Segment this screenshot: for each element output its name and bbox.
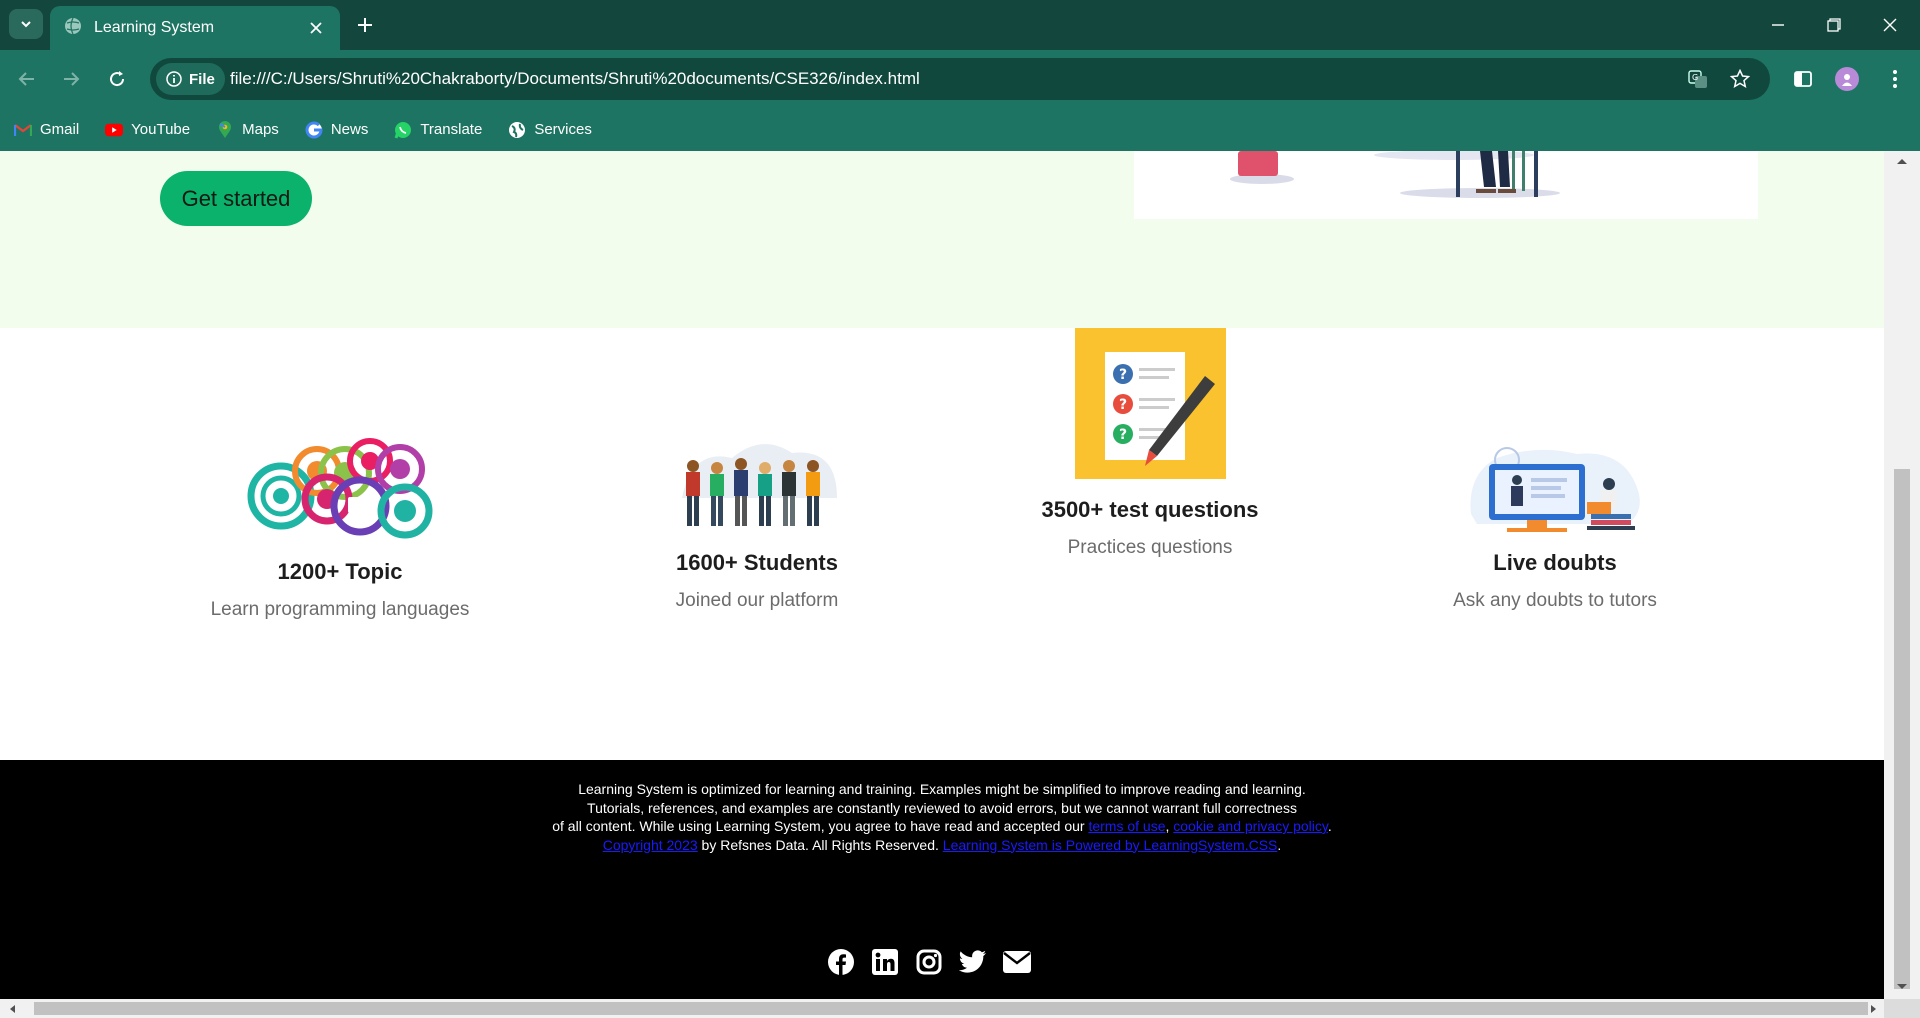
- facebook-icon[interactable]: [826, 947, 856, 977]
- scroll-left-arrow-icon: [10, 1005, 15, 1013]
- translate-icon[interactable]: G: [1686, 67, 1710, 91]
- bookmark-services[interactable]: Services: [508, 121, 592, 139]
- new-tab-button[interactable]: [352, 12, 378, 38]
- globe-icon: [64, 17, 82, 40]
- close-tab-icon[interactable]: [306, 18, 326, 38]
- feature-students: 1600+ Students Joined our platform: [577, 438, 937, 612]
- feature-heading: 1200+ Topic: [277, 559, 403, 584]
- bookmark-star-icon[interactable]: [1728, 67, 1752, 91]
- horizontal-scroll-thumb[interactable]: [34, 1002, 1868, 1015]
- bookmark-youtube[interactable]: YouTube: [105, 121, 190, 139]
- youtube-icon: [105, 121, 124, 139]
- reload-button[interactable]: [102, 64, 132, 94]
- avatar: [1835, 67, 1859, 91]
- more-vertical-icon: [1893, 70, 1897, 88]
- feature-live-doubts: Live doubts Ask any doubts to tutors: [1375, 444, 1735, 612]
- site-info-chip[interactable]: File: [156, 63, 225, 95]
- terms-of-use-link[interactable]: terms of use: [1088, 818, 1165, 834]
- bookmark-news[interactable]: News: [305, 121, 368, 139]
- copyright-link[interactable]: Copyright 2023: [603, 837, 698, 853]
- close-window-button[interactable]: [1862, 0, 1918, 50]
- bookmark-maps[interactable]: Maps: [216, 120, 279, 139]
- horizontal-scrollbar[interactable]: [0, 999, 1884, 1018]
- side-panel-button[interactable]: [1788, 64, 1818, 94]
- twitter-icon[interactable]: [958, 947, 988, 977]
- url-text[interactable]: file:///C:/Users/Shruti%20Chakraborty/Do…: [230, 69, 920, 89]
- students-group-illustration: [577, 438, 937, 532]
- google-news-icon: [305, 121, 323, 139]
- minimize-icon: [1772, 24, 1784, 26]
- svg-text:?: ?: [1119, 427, 1127, 443]
- get-started-button[interactable]: Get started: [160, 171, 312, 226]
- restore-button[interactable]: [1806, 0, 1862, 50]
- feature-topics: 1200+ Topic Learn programming languages: [160, 431, 520, 621]
- vertical-scrollbar[interactable]: [1884, 151, 1920, 999]
- scrollbar-corner: [1884, 999, 1920, 1018]
- minimize-button[interactable]: [1750, 0, 1806, 50]
- scroll-up-arrow-icon: [1897, 159, 1907, 164]
- instagram-icon[interactable]: [914, 947, 944, 977]
- footer-line: Tutorials, references, and examples are …: [587, 799, 1297, 816]
- svg-text:?: ?: [1119, 367, 1127, 383]
- tab-title: Learning System: [94, 19, 215, 36]
- hero-section: Get started: [0, 151, 1884, 328]
- site-footer: Learning System is optimized for learnin…: [0, 760, 1884, 999]
- quiz-questions-illustration: ? ? ?: [970, 328, 1330, 479]
- close-icon: [1883, 18, 1897, 32]
- footer-line: Learning System is optimized for learnin…: [578, 781, 1306, 797]
- restore-icon: [1827, 18, 1841, 32]
- arrow-left-icon: [18, 72, 34, 86]
- linkedin-icon[interactable]: [870, 947, 900, 977]
- svg-text:?: ?: [1119, 397, 1127, 413]
- tab-strip: Learning System: [0, 0, 1920, 50]
- chevron-down-icon: [21, 21, 31, 28]
- globe-icon: [508, 121, 526, 139]
- reload-icon: [110, 71, 125, 87]
- active-tab[interactable]: Learning System: [50, 6, 340, 50]
- email-icon[interactable]: [1002, 947, 1032, 977]
- scroll-right-arrow-icon: [1871, 1005, 1876, 1013]
- plus-icon: [358, 18, 372, 32]
- topics-circles-illustration: [160, 431, 520, 541]
- feature-heading: Live doubts: [1493, 550, 1617, 575]
- browser-toolbar: File file:///C:/Users/Shruti%20Chakrabor…: [0, 50, 1920, 108]
- cookie-policy-link[interactable]: cookie and privacy policy: [1173, 818, 1328, 834]
- maps-icon: [216, 120, 234, 139]
- feature-subtext: Ask any doubts to tutors: [1453, 590, 1657, 611]
- gmail-icon: [14, 121, 32, 139]
- address-bar[interactable]: File file:///C:/Users/Shruti%20Chakrabor…: [150, 58, 1770, 100]
- bookmark-gmail[interactable]: Gmail: [14, 121, 79, 139]
- vertical-scroll-thumb[interactable]: [1894, 469, 1910, 989]
- social-links: [826, 947, 1032, 977]
- footer-line: of all content. While using Learning Sys…: [552, 818, 1332, 834]
- feature-heading: 1600+ Students: [675, 550, 838, 575]
- forward-button[interactable]: [56, 64, 86, 94]
- info-icon: [166, 71, 182, 87]
- whatsapp-icon: [394, 121, 412, 139]
- hero-illustration: [1134, 151, 1758, 219]
- feature-subtext: Learn programming languages: [210, 599, 470, 620]
- page-viewport: Get started 1200+ Topic Learn programmin…: [0, 151, 1884, 999]
- footer-disclaimer: Learning System is optimized for learnin…: [0, 760, 1884, 854]
- feature-heading: 3500+ test questions: [1041, 497, 1259, 522]
- footer-line: Copyright 2023 by Refsnes Data. All Righ…: [602, 836, 1282, 853]
- tab-search-button[interactable]: [9, 9, 43, 39]
- arrow-right-icon: [64, 72, 80, 86]
- bookmarks-bar: Gmail YouTube Maps News Translate Servic…: [0, 108, 1920, 151]
- stats-section: 1200+ Topic Learn programming languages: [0, 328, 1884, 760]
- svg-text:G: G: [1692, 73, 1698, 82]
- bookmark-translate[interactable]: Translate: [394, 121, 482, 139]
- menu-button[interactable]: [1880, 64, 1910, 94]
- feature-subtext: Practices questions: [1067, 537, 1233, 558]
- file-label: File: [189, 70, 215, 88]
- online-tutor-illustration: [1375, 444, 1735, 532]
- back-button[interactable]: [12, 64, 42, 94]
- feature-questions: ? ? ? 3500+ test questions Practices que…: [970, 328, 1330, 559]
- powered-by-link[interactable]: Learning System is Powered by LearningSy…: [943, 837, 1278, 853]
- profile-button[interactable]: [1832, 64, 1862, 94]
- side-panel-icon: [1794, 71, 1812, 87]
- feature-subtext: Joined our platform: [675, 590, 839, 611]
- scroll-down-arrow-icon: [1897, 984, 1907, 989]
